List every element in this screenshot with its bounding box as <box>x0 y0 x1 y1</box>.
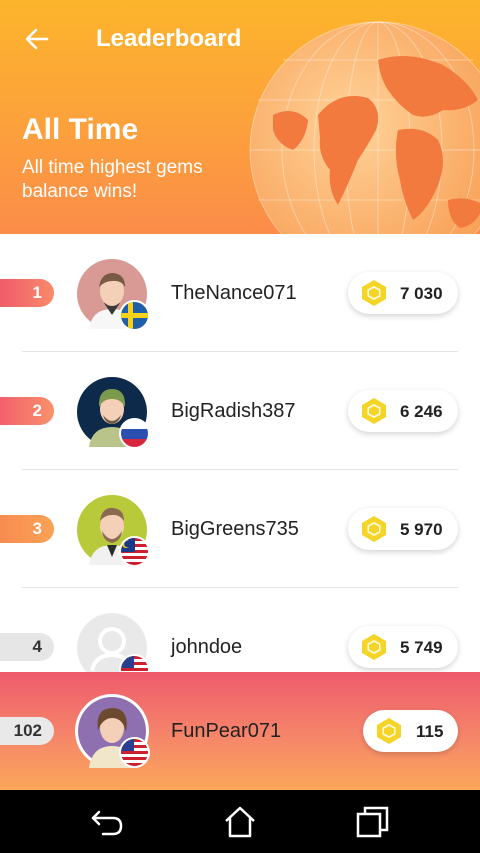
gems-value: 7 030 <box>400 284 443 303</box>
gem-icon <box>362 280 386 306</box>
gems-value: 5 970 <box>400 520 443 539</box>
rank-badge: 2 <box>0 397 54 425</box>
section-heading: All Time <box>22 113 139 146</box>
system-nav-bar <box>0 790 480 853</box>
gems-balance: 5 970 <box>348 508 458 550</box>
gems-balance: 5 749 <box>348 626 458 668</box>
rank-badge: 1 <box>0 279 54 307</box>
section-subtitle: All time highest gems balance wins! <box>22 157 203 202</box>
arrow-left-icon[interactable] <box>22 24 52 54</box>
gems-balance: 6 246 <box>348 390 458 432</box>
back-icon[interactable] <box>89 804 125 840</box>
username: TheNance071 <box>171 282 297 304</box>
home-icon[interactable] <box>222 804 258 840</box>
recent-apps-icon[interactable] <box>355 804 391 840</box>
leaderboard-row[interactable]: 1 TheNance071 7 030 <box>0 234 480 352</box>
gem-icon <box>362 634 386 660</box>
leaderboard-header: Leaderboard All Time All time highest ge… <box>0 0 480 234</box>
leaderboard-list[interactable]: 1 TheNance071 7 030 2 BigRadish387 6 246… <box>0 234 480 674</box>
globe-icon <box>249 21 480 234</box>
current-user-row[interactable]: 102 FunPear071 115 <box>0 672 480 790</box>
username: FunPear071 <box>171 720 282 742</box>
gem-icon <box>362 398 386 424</box>
gems-value: 6 246 <box>400 402 443 421</box>
leaderboard-row[interactable]: 4 johndoe 5 749 <box>0 588 480 674</box>
malaysia-flag-icon <box>119 536 150 567</box>
gems-value: 5 749 <box>400 638 443 657</box>
username: johndoe <box>171 636 243 658</box>
gems-value: 115 <box>416 722 444 741</box>
username: BigGreens735 <box>171 518 299 540</box>
gems-balance: 115 <box>363 710 458 752</box>
leaderboard-row[interactable]: 3 BigGreens735 5 970 <box>0 470 480 588</box>
usa-flag-icon <box>119 737 150 768</box>
page-title: Leaderboard <box>96 25 242 52</box>
gems-balance: 7 030 <box>348 272 458 314</box>
gem-icon <box>362 516 386 542</box>
gem-icon <box>377 718 401 744</box>
rank-badge: 102 <box>0 717 54 745</box>
usa-flag-icon <box>119 654 150 674</box>
russia-flag-icon <box>119 418 150 449</box>
sweden-flag-icon <box>119 300 150 331</box>
leaderboard-row[interactable]: 2 BigRadish387 6 246 <box>0 352 480 470</box>
username: BigRadish387 <box>171 400 296 422</box>
rank-badge: 4 <box>0 633 54 661</box>
rank-badge: 3 <box>0 515 54 543</box>
